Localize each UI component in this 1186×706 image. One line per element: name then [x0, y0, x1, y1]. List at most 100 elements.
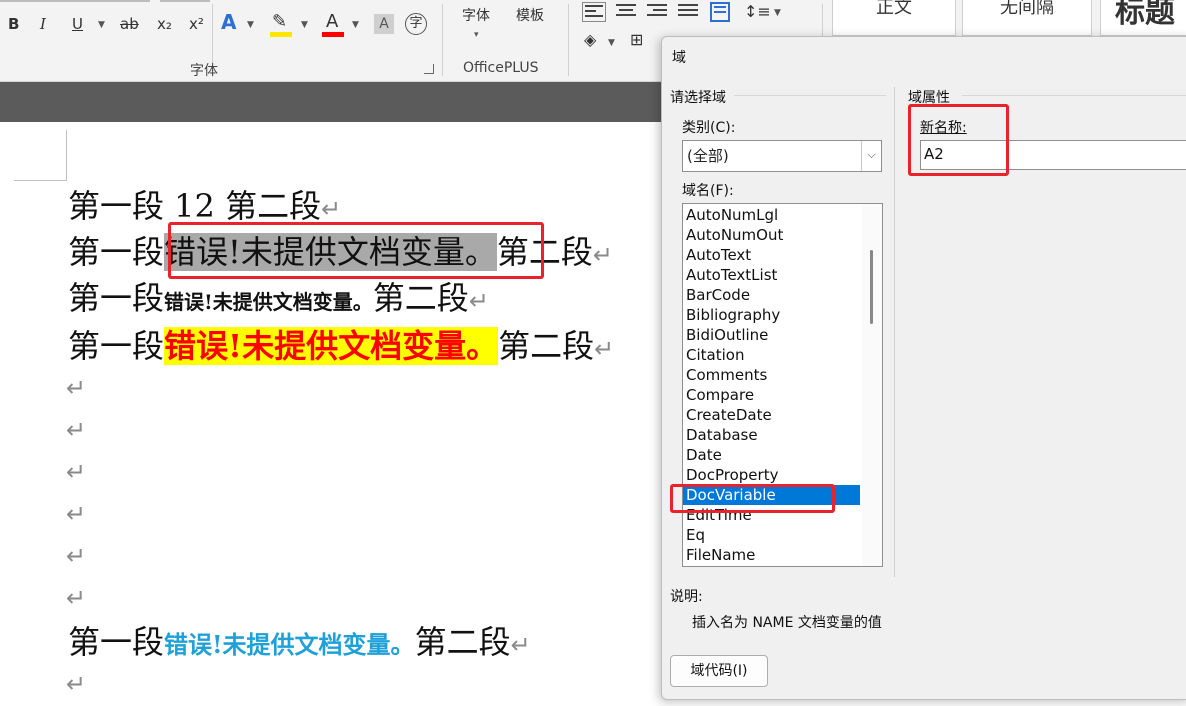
doc-line-2[interactable]: 第一段错误!未提供文档变量。第二段↵ [68, 232, 613, 275]
line-text: 第一段 [68, 233, 165, 271]
borders-icon[interactable]: ⊞ [630, 30, 643, 50]
list-item[interactable]: Compare [683, 385, 882, 405]
docvariable-field-result[interactable]: 错误!未提供文档变量。 [164, 233, 497, 271]
align-center-icon[interactable] [616, 4, 636, 20]
list-scrollbar[interactable] [862, 204, 882, 566]
paragraph-mark-icon: ↵ [321, 195, 342, 223]
list-item[interactable]: Database [683, 425, 882, 445]
category-value: (全部) [687, 147, 729, 165]
doc-line-3[interactable]: 第一段错误!未提供文档变量。第二段↵ [68, 278, 489, 322]
list-item[interactable]: EditTime [683, 505, 882, 525]
paragraph-mark-icon: ↵ [594, 335, 615, 363]
font-group-label: 字体 [190, 63, 218, 79]
margin-marker [66, 130, 67, 180]
font-color-button[interactable]: A [326, 12, 338, 32]
field-text: 错误!未提供文档变量。 [164, 233, 497, 271]
justify-icon[interactable] [678, 4, 698, 20]
italic-button[interactable]: I [40, 14, 46, 34]
list-item[interactable]: Citation [683, 345, 882, 365]
officeplus-group-label: OfficePLUS [463, 60, 539, 76]
font-box-edge [0, 0, 150, 2]
bold-button[interactable]: B [8, 14, 19, 34]
docvariable-field-result[interactable]: 错误!未提供文档变量。 [164, 290, 373, 314]
shading-dropdown-icon[interactable]: ▼ [608, 38, 615, 48]
list-item[interactable]: DocProperty [683, 465, 882, 485]
list-item[interactable]: AutoNumOut [683, 225, 882, 245]
highlight-color-bar [270, 32, 292, 37]
text-effects-dropdown-icon[interactable]: ▼ [247, 20, 254, 30]
new-name-value: A2 [924, 145, 944, 163]
list-item[interactable]: BidiOutline [683, 325, 882, 345]
doc-line-4[interactable]: 第一段错误!未提供文档变量。第二段↵ [68, 326, 614, 369]
align-right-icon[interactable] [647, 4, 667, 20]
docvariable-field-result[interactable]: 错误!未提供文档变量。 [164, 630, 415, 659]
field-names-list[interactable]: AutoNumLgl AutoNumOut AutoText AutoTextL… [682, 203, 883, 567]
list-item[interactable]: FileName [683, 545, 882, 565]
list-item[interactable]: Comments [683, 365, 882, 385]
list-item[interactable]: BarCode [683, 285, 882, 305]
underline-button[interactable]: U [72, 14, 83, 34]
align-left-icon[interactable] [582, 2, 606, 22]
style-normal[interactable]: 正文 [832, 0, 956, 36]
line-text: 第一段 [68, 327, 165, 365]
font-color-dropdown-icon[interactable]: ▼ [352, 20, 359, 30]
subscript-button[interactable]: x₂ [157, 14, 172, 34]
paragraph-mark-icon: ↵ [66, 374, 87, 402]
category-select[interactable]: (全部) ⌵ [682, 140, 882, 172]
field-names-label: 域名(F): [682, 183, 734, 199]
strikethrough-button[interactable]: ab [120, 14, 139, 34]
group-line [962, 95, 1186, 96]
line-text: 第一段 12 第二段 [68, 187, 322, 225]
field-codes-button[interactable]: 域代码(I) [670, 655, 768, 687]
doc-line-1[interactable]: 第一段 12 第二段↵ [68, 186, 341, 229]
list-item[interactable]: AutoNumLgl [683, 205, 882, 225]
list-item-selected[interactable]: DocVariable [683, 485, 860, 505]
style-no-spacing[interactable]: 无间隔 [962, 0, 1092, 36]
choose-field-label: 请选择域 [670, 90, 726, 106]
font-dialog-launcher-icon[interactable] [424, 64, 434, 74]
distributed-icon[interactable] [710, 2, 730, 22]
list-item[interactable]: AutoText [683, 245, 882, 265]
paragraph-mark-icon: ↵ [66, 458, 87, 486]
description-text: 插入名为 NAME 文档变量的值 [692, 615, 882, 631]
paragraph-mark-icon: ↵ [468, 287, 489, 315]
officeplus-font-dropdown-icon[interactable]: ▾ [474, 30, 479, 40]
shading-icon[interactable]: ◈ [584, 30, 596, 50]
line-text: 第二段 [498, 327, 595, 365]
field-codes-label: 域代码(I) [690, 663, 748, 679]
underline-dropdown-icon[interactable]: ▼ [98, 20, 105, 30]
enclose-char-button[interactable]: 字 [405, 13, 427, 35]
field-names-items: AutoNumLgl AutoNumOut AutoText AutoTextL… [683, 204, 882, 565]
list-item[interactable]: Bibliography [683, 305, 882, 325]
field-properties-label: 域属性 [908, 90, 950, 106]
ribbon-separator [568, 4, 569, 76]
highlighter-icon[interactable]: ✎ [272, 12, 287, 32]
officeplus-font-button[interactable]: 字体 [462, 6, 490, 26]
style-heading[interactable]: 标题 [1100, 0, 1186, 36]
highlight-dropdown-icon[interactable]: ▼ [301, 20, 308, 30]
line-spacing-dropdown-icon[interactable]: ▼ [774, 8, 781, 18]
paragraph-mark-icon: ↵ [66, 542, 87, 570]
field-dialog: 域 请选择域 类别(C): (全部) ⌵ 域名(F): AutoNumLgl A… [661, 36, 1186, 700]
scrollbar-thumb[interactable] [870, 250, 873, 324]
doc-line-5[interactable]: 第一段错误!未提供文档变量。第二段↵ [68, 622, 531, 665]
list-item[interactable]: Eq [683, 525, 882, 545]
paragraph-mark-icon: ↵ [66, 500, 87, 528]
text-effects-button[interactable]: A [221, 12, 236, 32]
ribbon-separator [442, 4, 443, 76]
superscript-button[interactable]: x² [189, 14, 204, 34]
dialog-title: 域 [672, 50, 686, 66]
margin-marker [14, 180, 67, 181]
list-item[interactable]: AutoTextList [683, 265, 882, 285]
new-name-input[interactable]: A2 [920, 140, 1186, 170]
list-item[interactable]: CreateDate [683, 405, 882, 425]
docvariable-field-result[interactable]: 错误!未提供文档变量。 [164, 327, 499, 365]
line-text: 第一段 [68, 623, 165, 661]
line-spacing-icon[interactable]: ↕≡ [744, 2, 771, 22]
char-shading-button[interactable]: A [374, 14, 394, 34]
chevron-down-icon[interactable]: ⌵ [861, 141, 881, 171]
paragraph-mark-icon: ↵ [66, 670, 87, 698]
officeplus-template-button[interactable]: 模板 [516, 6, 544, 26]
list-item[interactable]: Date [683, 445, 882, 465]
line-text: 第二段 [372, 279, 469, 317]
